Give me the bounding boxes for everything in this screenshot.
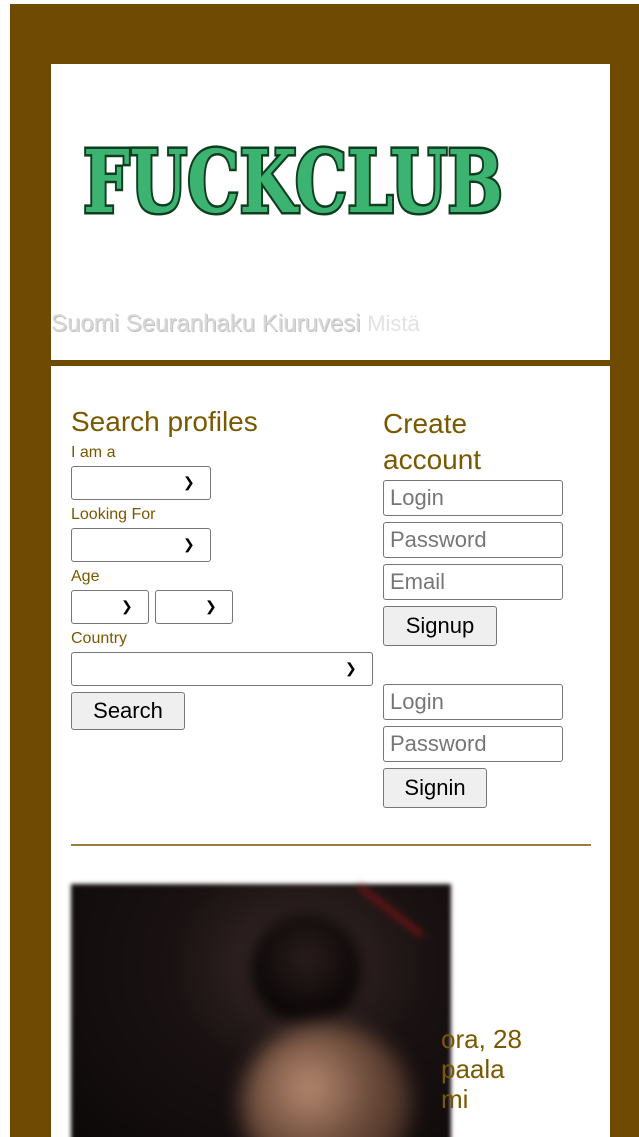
iam-label: I am a bbox=[71, 444, 116, 461]
site-header: FUCKCLUB Suomi Seuranhaku Kiuruvesi Mist… bbox=[51, 64, 610, 360]
tagline-main: Suomi Seuranhaku Kiuruvesi bbox=[51, 310, 361, 337]
age-min-select[interactable] bbox=[71, 590, 149, 624]
age-max-select[interactable] bbox=[155, 590, 233, 624]
looking-for-label: Looking For bbox=[71, 506, 156, 523]
signup-login-input[interactable] bbox=[383, 480, 563, 516]
search-button[interactable]: Search bbox=[71, 692, 185, 730]
profile-location: paala bbox=[441, 1054, 505, 1084]
signin-login-input[interactable] bbox=[383, 684, 563, 720]
create-account-title: Create account bbox=[383, 408, 482, 475]
section-divider bbox=[71, 844, 591, 846]
country-select[interactable] bbox=[71, 652, 373, 686]
profile-photo[interactable] bbox=[71, 884, 451, 1137]
profile-name-age: ora, 28 bbox=[441, 1024, 522, 1054]
main-content: Search profiles I am a ❯ Looking For ❯ A… bbox=[51, 366, 610, 1137]
country-label: Country bbox=[71, 630, 128, 647]
profile-country: mi bbox=[441, 1084, 469, 1114]
signup-password-input[interactable] bbox=[383, 522, 563, 558]
search-profiles-title: Search profiles bbox=[71, 406, 258, 437]
signup-email-input[interactable] bbox=[383, 564, 563, 600]
logo-text: FUCKCLUB bbox=[83, 132, 503, 233]
profile-summary[interactable]: ora, 28 paala mi bbox=[441, 1024, 522, 1114]
signup-button[interactable]: Signup bbox=[383, 606, 497, 646]
looking-for-select[interactable] bbox=[71, 528, 211, 562]
age-label: Age bbox=[71, 568, 100, 585]
site-logo[interactable]: FUCKCLUB bbox=[79, 124, 519, 235]
signin-button[interactable]: Signin bbox=[383, 768, 487, 808]
iam-select[interactable] bbox=[71, 466, 211, 500]
header-tagline: Suomi Seuranhaku Kiuruvesi Mistä bbox=[51, 310, 420, 338]
tagline-suffix: Mistä bbox=[367, 311, 420, 336]
signin-password-input[interactable] bbox=[383, 726, 563, 762]
